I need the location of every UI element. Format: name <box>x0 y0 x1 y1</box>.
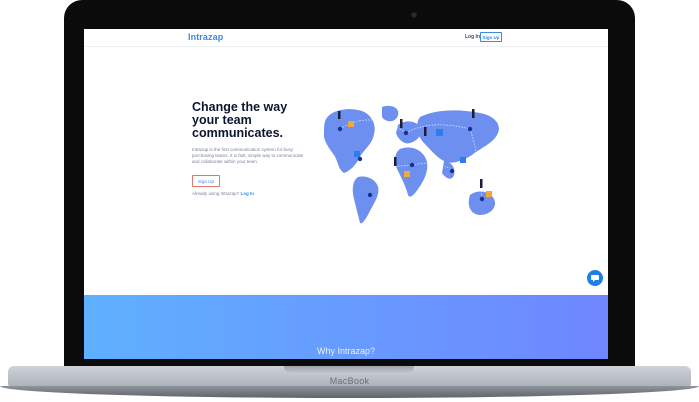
map-node <box>449 168 455 174</box>
north-america-shape <box>323 109 375 173</box>
hero-signup-button[interactable]: Sign Up <box>192 175 220 187</box>
map-node <box>357 156 363 162</box>
person-figure <box>338 111 341 119</box>
camera-icon <box>411 12 417 18</box>
person-figure <box>394 157 397 166</box>
screen: Intrazap Log In Sign Up Change the way y… <box>84 29 608 359</box>
already-using-line: Already using Intrazap? Log In <box>192 191 254 196</box>
africa-shape <box>395 147 428 197</box>
south-america-shape <box>352 176 379 224</box>
nav-login-link[interactable]: Log In <box>465 34 480 40</box>
map-node <box>337 126 343 132</box>
map-node <box>409 162 415 168</box>
person-figure <box>480 179 483 188</box>
hero-title: Change the way your team communicates. <box>192 100 288 140</box>
logo[interactable]: Intrazap <box>188 32 223 42</box>
cube-icon <box>348 121 354 127</box>
already-using-text: Already using Intrazap? <box>192 191 240 196</box>
asia-shape <box>417 110 499 163</box>
map-node <box>467 126 473 132</box>
cube-icon <box>460 157 466 163</box>
map-node <box>367 192 373 198</box>
cube-icon <box>354 151 360 157</box>
map-node <box>403 130 409 136</box>
greenland-shape <box>382 105 399 122</box>
why-section-title: Why Intrazap? <box>316 346 376 356</box>
chat-widget-button[interactable] <box>587 270 603 286</box>
base-notch <box>284 366 414 374</box>
cube-icon <box>436 129 443 136</box>
person-figure <box>424 127 427 136</box>
person-figure <box>472 109 475 118</box>
top-navigation: Intrazap Log In Sign Up <box>84 29 608 47</box>
chat-bubble-icon <box>591 274 599 282</box>
cube-icon <box>486 191 492 197</box>
nav-signup-button[interactable]: Sign Up <box>480 32 502 42</box>
base-bottom <box>0 386 699 398</box>
map-node <box>479 196 485 202</box>
person-figure <box>400 119 403 128</box>
hero-description: Intrazap is the first communication syst… <box>192 147 304 164</box>
world-map-illustration <box>323 105 499 224</box>
macbook-frame: Intrazap Log In Sign Up Change the way y… <box>0 0 699 402</box>
cube-icon <box>404 171 410 177</box>
device-label: MacBook <box>329 376 370 386</box>
why-section-banner: Why Intrazap? <box>84 295 608 359</box>
hero-login-link[interactable]: Log In <box>241 191 255 196</box>
